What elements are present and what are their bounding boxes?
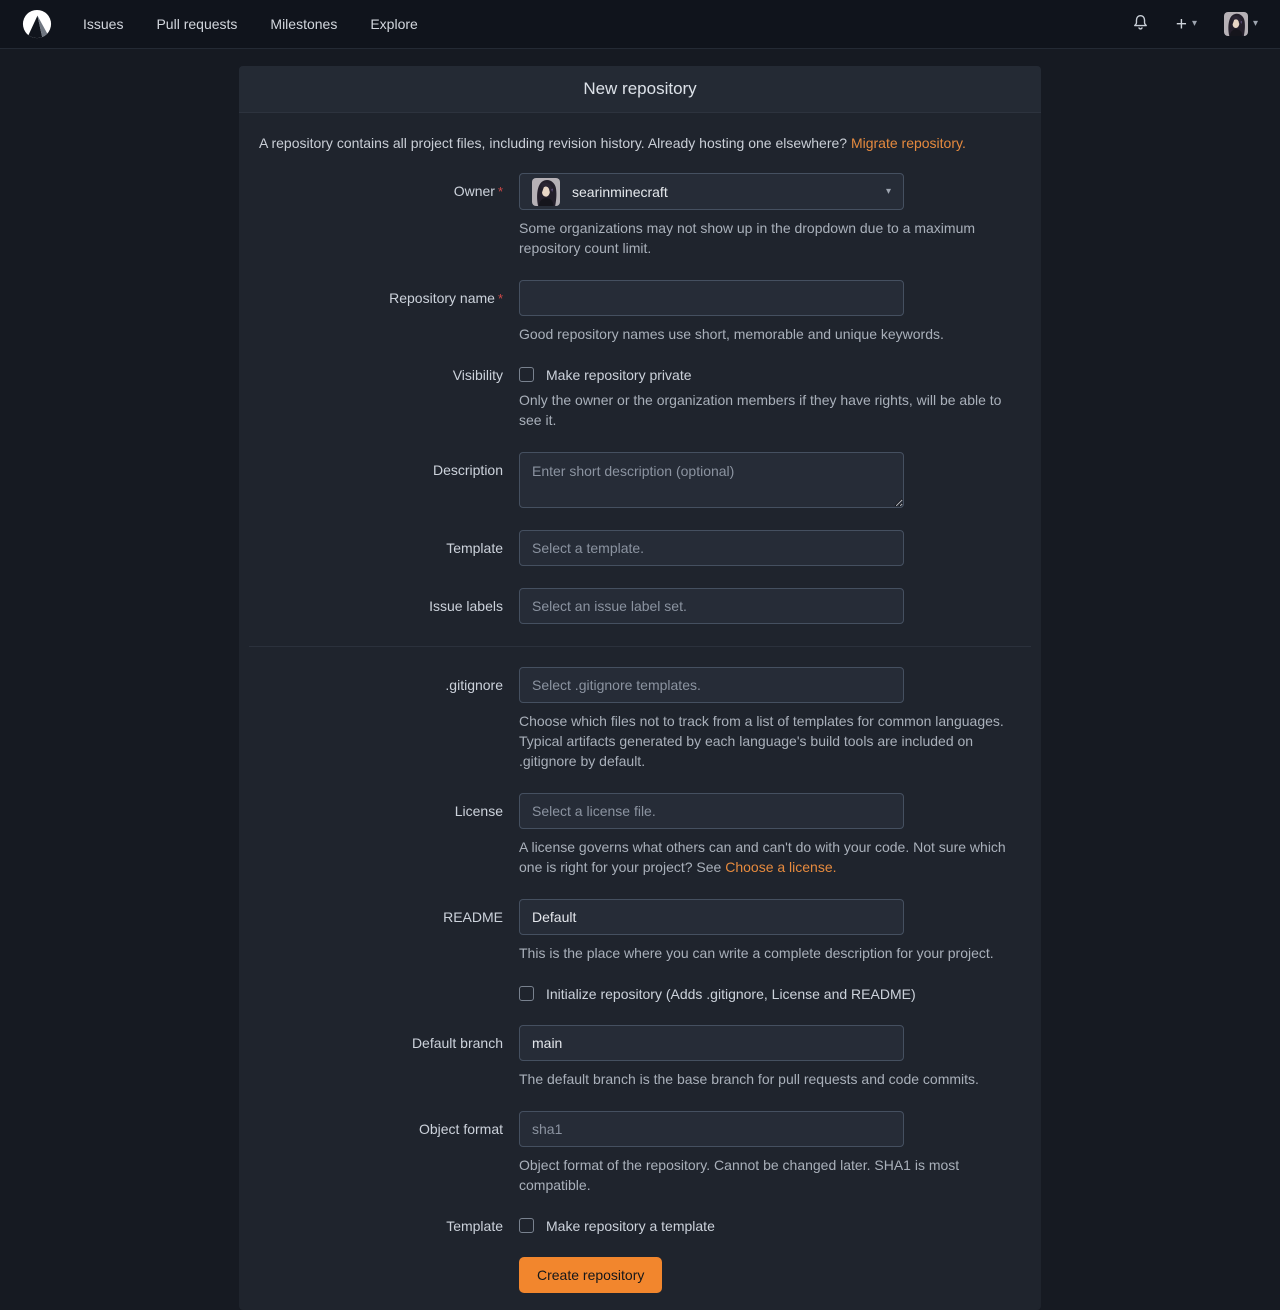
repository-name-label-text: Repository name	[389, 290, 495, 306]
new-repository-card: New repository A repository contains all…	[239, 66, 1041, 1310]
notifications-button[interactable]	[1132, 14, 1149, 34]
required-asterisk: *	[498, 184, 503, 199]
repository-name-field: Repository name* Good repository names u…	[259, 280, 1021, 344]
owner-help-text: Some organizations may not show up in th…	[519, 218, 1020, 258]
bell-icon	[1132, 14, 1149, 34]
object-format-label: Object format	[259, 1111, 503, 1195]
make-private-checkbox-row[interactable]: Make repository private	[519, 366, 1020, 384]
make-private-checkbox[interactable]	[519, 367, 534, 382]
owner-select[interactable]: searinminecraft ▾	[519, 173, 904, 210]
nav-item-issues[interactable]: Issues	[83, 16, 123, 32]
navbar-right: + ▾ ▾	[1132, 12, 1258, 36]
issue-labels-field: Issue labels Select an issue label set.	[259, 588, 1021, 624]
template-select-label: Template	[259, 530, 503, 566]
plus-icon: +	[1176, 15, 1187, 34]
repository-name-help-text: Good repository names use short, memorab…	[519, 324, 1020, 344]
license-select[interactable]: Select a license file.	[519, 793, 904, 829]
object-format-select[interactable]: sha1	[519, 1111, 904, 1147]
readme-label: README	[259, 899, 503, 963]
readme-selected-value: Default	[532, 909, 576, 925]
visibility-field: Visibility Make repository private Only …	[259, 366, 1021, 430]
new-repository-form: A repository contains all project files,…	[239, 113, 1041, 1310]
create-repository-button[interactable]: Create repository	[519, 1257, 662, 1293]
gitignore-field: .gitignore Select .gitignore templates. …	[259, 667, 1021, 771]
submit-row: Create repository	[259, 1257, 1021, 1293]
template-select-placeholder: Select a template.	[532, 540, 644, 556]
owner-label: Owner*	[259, 173, 503, 258]
init-repository-checkbox[interactable]	[519, 986, 534, 1001]
nav-item-milestones[interactable]: Milestones	[270, 16, 337, 32]
owner-field: Owner* searinminecraft	[259, 173, 1021, 258]
owner-selected-value: searinminecraft	[572, 184, 668, 200]
template-select[interactable]: Select a template.	[519, 530, 904, 566]
issue-labels-label: Issue labels	[259, 588, 503, 624]
owner-label-text: Owner	[454, 183, 495, 199]
init-repository-empty-label	[259, 985, 503, 1003]
template-checkbox-label-col: Template	[259, 1217, 503, 1235]
template-select-field: Template Select a template.	[259, 530, 1021, 566]
repository-name-label: Repository name*	[259, 280, 503, 344]
make-template-checkbox-row[interactable]: Make repository a template	[519, 1217, 1020, 1235]
default-branch-input[interactable]	[519, 1025, 904, 1061]
intro-text: A repository contains all project files,…	[259, 133, 1021, 153]
gitignore-placeholder: Select .gitignore templates.	[532, 677, 701, 693]
make-template-checkbox-label: Make repository a template	[546, 1217, 715, 1235]
readme-select[interactable]: Default	[519, 899, 904, 935]
template-checkbox-field: Template Make repository a template	[259, 1217, 1021, 1235]
site-logo-icon[interactable]	[22, 9, 52, 39]
readme-field: README Default This is the place where y…	[259, 899, 1021, 963]
object-format-field: Object format sha1 Object format of the …	[259, 1111, 1021, 1195]
user-avatar	[1224, 12, 1248, 36]
license-help-text: A license governs what others can and ca…	[519, 837, 1020, 877]
required-asterisk: *	[498, 291, 503, 306]
license-label: License	[259, 793, 503, 877]
gitignore-help-text: Choose which files not to track from a l…	[519, 711, 1020, 771]
owner-avatar	[532, 178, 560, 206]
issue-labels-select[interactable]: Select an issue label set.	[519, 588, 904, 624]
page-title: New repository	[239, 66, 1041, 113]
license-placeholder: Select a license file.	[532, 803, 656, 819]
make-private-checkbox-label: Make repository private	[546, 366, 692, 384]
choose-a-license-link[interactable]: Choose a license.	[725, 859, 836, 875]
init-repository-field: Initialize repository (Adds .gitignore, …	[259, 985, 1021, 1003]
nav-item-explore[interactable]: Explore	[370, 16, 417, 32]
default-branch-field: Default branch The default branch is the…	[259, 1025, 1021, 1089]
user-menu-dropdown[interactable]: ▾	[1224, 12, 1258, 36]
object-format-selected-value: sha1	[532, 1121, 562, 1137]
description-label: Description	[259, 452, 503, 508]
nav-item-pull-requests[interactable]: Pull requests	[156, 16, 237, 32]
intro-sentence: A repository contains all project files,…	[259, 135, 847, 151]
init-repository-checkbox-row[interactable]: Initialize repository (Adds .gitignore, …	[519, 985, 1020, 1003]
chevron-down-icon: ▾	[1192, 19, 1197, 29]
init-repository-checkbox-label: Initialize repository (Adds .gitignore, …	[546, 985, 916, 1003]
make-template-checkbox[interactable]	[519, 1218, 534, 1233]
visibility-help-text: Only the owner or the organization membe…	[519, 390, 1020, 430]
chevron-down-icon: ▾	[886, 187, 891, 197]
nav-links: Issues Pull requests Milestones Explore	[83, 16, 418, 32]
chevron-down-icon: ▾	[1253, 19, 1258, 29]
gitignore-label: .gitignore	[259, 667, 503, 771]
top-navbar: Issues Pull requests Milestones Explore …	[0, 0, 1280, 49]
readme-help-text: This is the place where you can write a …	[519, 943, 1020, 963]
default-branch-help-text: The default branch is the base branch fo…	[519, 1069, 1020, 1089]
description-field: Description	[259, 452, 1021, 508]
migrate-repository-link[interactable]: Migrate repository.	[851, 135, 966, 151]
section-divider	[249, 646, 1031, 647]
default-branch-label: Default branch	[259, 1025, 503, 1089]
repository-name-input[interactable]	[519, 280, 904, 316]
description-textarea[interactable]	[519, 452, 904, 508]
object-format-help-text: Object format of the repository. Cannot …	[519, 1155, 1020, 1195]
gitignore-select[interactable]: Select .gitignore templates.	[519, 667, 904, 703]
create-new-dropdown[interactable]: + ▾	[1176, 15, 1197, 34]
visibility-label: Visibility	[259, 366, 503, 430]
issue-labels-placeholder: Select an issue label set.	[532, 598, 687, 614]
license-field: License Select a license file. A license…	[259, 793, 1021, 877]
